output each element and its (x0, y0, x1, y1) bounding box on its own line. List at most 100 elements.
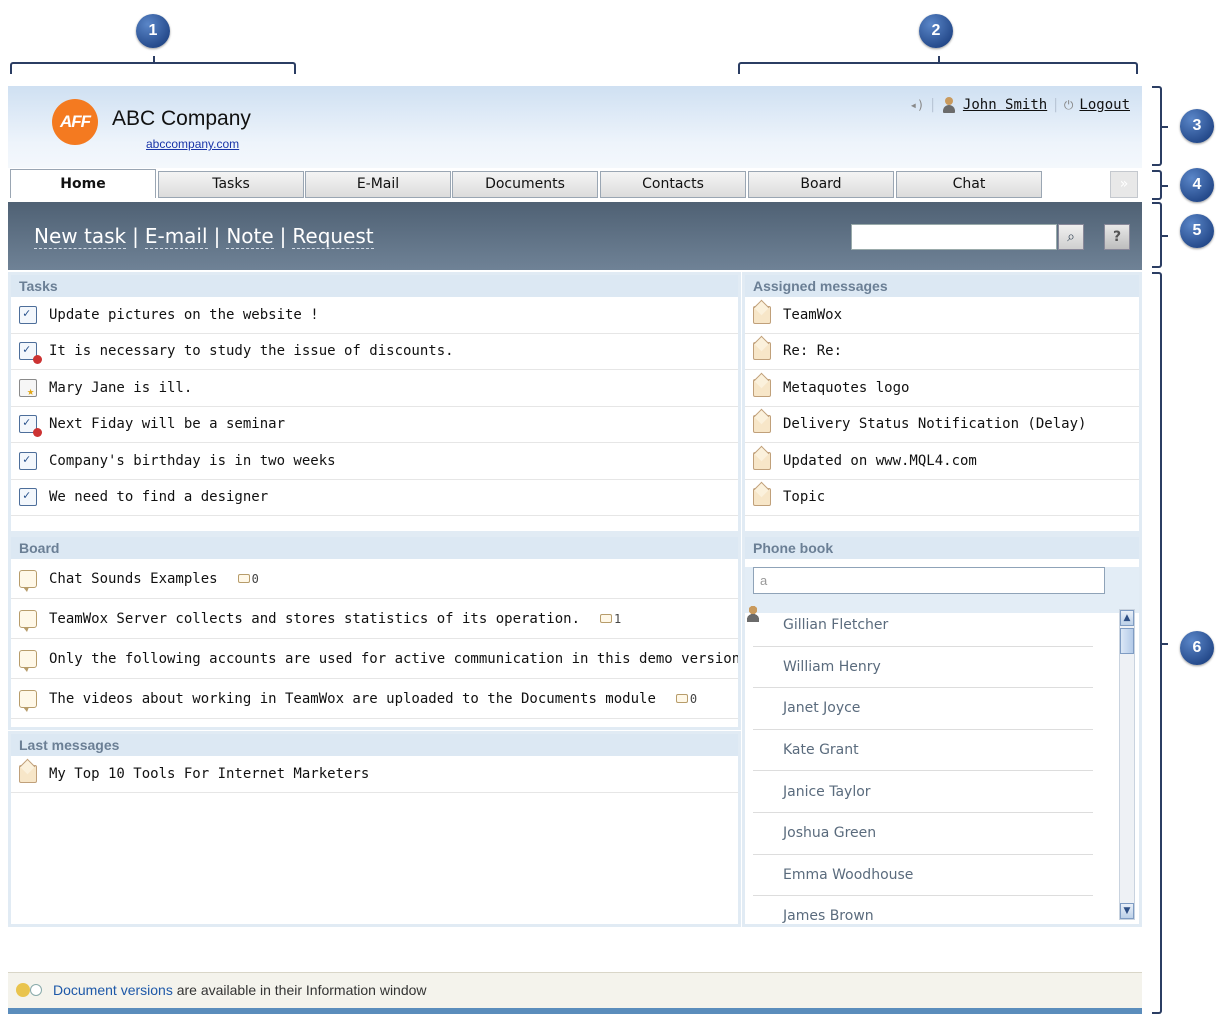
tab-tasks[interactable]: Tasks (158, 171, 304, 198)
message-subject[interactable]: Re: Re: (783, 343, 842, 359)
tab-home[interactable]: Home (10, 169, 156, 198)
board-panel-title: Board (11, 537, 738, 559)
message-subject[interactable]: Topic (783, 489, 825, 505)
task-row[interactable]: Next Fiday will be a seminar (11, 407, 738, 443)
bracket-5 (1152, 202, 1168, 268)
task-row[interactable]: It is necessary to study the issue of di… (11, 334, 738, 370)
board-topic[interactable]: The videos about working in TeamWox are … (49, 691, 656, 707)
tab-chat[interactable]: Chat (896, 171, 1042, 198)
separator: | (930, 97, 935, 113)
task-row[interactable]: Update pictures on the website ! (11, 297, 738, 334)
new-note-link[interactable]: Note (226, 224, 274, 249)
assigned-messages-panel: Assigned messages TeamWox Re: Re: Metaqu… (742, 272, 1142, 534)
sound-icon[interactable]: ◂) (910, 98, 924, 112)
last-messages-panel: Last messages My Top 10 Tools For Intern… (8, 731, 741, 927)
help-button[interactable]: ? (1104, 224, 1130, 250)
message-row[interactable]: Updated on www.MQL4.com (745, 443, 1139, 480)
phone-book-search-input[interactable]: a (753, 567, 1105, 594)
contact-row[interactable]: Janet Joyce (753, 688, 1093, 730)
callout-5: 5 (1180, 214, 1214, 248)
comment-count-icon (237, 574, 250, 583)
contact-name[interactable]: Emma Woodhouse (783, 867, 913, 883)
contact-name[interactable]: Janet Joyce (783, 700, 860, 716)
new-request-link[interactable]: Request (292, 224, 374, 249)
message-row[interactable]: My Top 10 Tools For Internet Marketers (11, 756, 738, 793)
board-row[interactable]: Chat Sounds Examples 0 (11, 559, 738, 599)
tab-board[interactable]: Board (748, 171, 894, 198)
contact-row[interactable]: Joshua Green (753, 813, 1093, 855)
task-row[interactable]: Mary Jane is ill. (11, 370, 738, 407)
new-email-link[interactable]: E-mail (144, 224, 208, 249)
board-row[interactable]: The videos about working in TeamWox are … (11, 679, 738, 719)
logout-link[interactable]: Logout (1079, 97, 1130, 113)
tabs-more-button[interactable]: » (1110, 171, 1138, 198)
comment-count: 1 (600, 612, 621, 626)
search-icon[interactable]: ⌕ (1058, 224, 1084, 250)
task-row[interactable]: We need to find a designer (11, 480, 738, 516)
task-row[interactable]: Company's birthday is in two weeks (11, 443, 738, 480)
message-row[interactable]: TeamWox (745, 297, 1139, 334)
message-row[interactable]: Topic (745, 480, 1139, 516)
task-title[interactable]: It is necessary to study the issue of di… (49, 343, 454, 359)
message-row[interactable]: Metaquotes logo (745, 370, 1139, 407)
contact-row[interactable]: Janice Taylor (753, 771, 1093, 813)
user-name-link[interactable]: John Smith (963, 97, 1047, 113)
separator: | (132, 224, 139, 248)
message-subject[interactable]: Updated on www.MQL4.com (783, 453, 977, 469)
contact-name[interactable]: James Brown (783, 908, 874, 924)
scroll-thumb[interactable] (1120, 628, 1134, 654)
board-topic[interactable]: Chat Sounds Examples (49, 571, 218, 587)
board-topic[interactable]: Only the following accounts are used for… (49, 651, 738, 667)
board-row[interactable]: TeamWox Server collects and stores stati… (11, 599, 738, 639)
board-topic[interactable]: TeamWox Server collects and stores stati… (49, 611, 580, 627)
person-icon (753, 907, 769, 924)
info-message: are available in their Information windo… (172, 982, 427, 998)
comment-count: 0 (237, 571, 259, 586)
envelope-icon (753, 415, 771, 434)
contact-name[interactable]: Janice Taylor (783, 784, 871, 800)
task-title[interactable]: Update pictures on the website ! (49, 307, 319, 323)
task-title[interactable]: Next Fiday will be a seminar (49, 416, 285, 432)
comment-count-value: 0 (251, 571, 259, 586)
message-row[interactable]: Re: Re: (745, 334, 1139, 370)
contact-name[interactable]: Gillian Fletcher (783, 617, 888, 633)
global-search-input[interactable] (851, 224, 1057, 250)
contact-list-scrollbar[interactable]: ▲ ▼ (1119, 609, 1135, 920)
task-alert-icon (19, 342, 42, 365)
play-icon[interactable] (30, 984, 42, 996)
scroll-up-icon[interactable]: ▲ (1120, 610, 1134, 626)
contact-row[interactable]: James Brown (753, 896, 1093, 924)
comment-count-icon (675, 694, 688, 703)
task-title[interactable]: We need to find a designer (49, 489, 268, 505)
power-icon[interactable]: ⏻ (1064, 98, 1074, 113)
bracket-4 (1152, 170, 1168, 200)
company-url-link[interactable]: abccompany.com (146, 137, 239, 151)
task-title[interactable]: Mary Jane is ill. (49, 380, 192, 396)
new-task-link[interactable]: New task (34, 224, 127, 249)
contact-row[interactable]: William Henry (753, 647, 1093, 689)
message-subject[interactable]: TeamWox (783, 307, 842, 323)
comment-icon (19, 689, 37, 712)
message-subject[interactable]: My Top 10 Tools For Internet Marketers (49, 766, 369, 782)
task-title[interactable]: Company's birthday is in two weeks (49, 453, 336, 469)
contact-name[interactable]: Joshua Green (783, 825, 876, 841)
task-star-icon (19, 378, 37, 398)
tab-documents[interactable]: Documents (452, 171, 598, 198)
message-subject[interactable]: Metaquotes logo (783, 380, 909, 396)
contact-row[interactable]: Gillian Fletcher (753, 605, 1093, 647)
contact-row[interactable]: Emma Woodhouse (753, 855, 1093, 897)
message-subject[interactable]: Delivery Status Notification (Delay) (783, 416, 1086, 432)
callout-4: 4 (1180, 168, 1214, 202)
quick-toolbar: New task | E-mail | Note | Request ⌕ ? (8, 202, 1142, 270)
contact-row[interactable]: Kate Grant (753, 730, 1093, 772)
comment-count-value: 0 (689, 691, 698, 706)
document-versions-link[interactable]: Document versions (53, 982, 173, 998)
message-row[interactable]: Delivery Status Notification (Delay) (745, 407, 1139, 443)
tab-contacts[interactable]: Contacts (600, 171, 746, 198)
contact-name[interactable]: William Henry (783, 659, 881, 675)
tab-email[interactable]: E-Mail (305, 171, 451, 198)
callout-6: 6 (1180, 631, 1214, 665)
contact-name[interactable]: Kate Grant (783, 742, 859, 758)
scroll-down-icon[interactable]: ▼ (1120, 903, 1134, 919)
board-row[interactable]: Only the following accounts are used for… (11, 639, 738, 679)
